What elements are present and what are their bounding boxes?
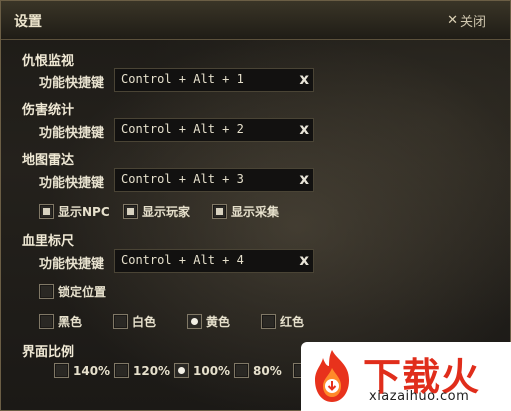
clear-hotkey-damage-icon[interactable]: x: [299, 120, 309, 138]
hotkey-label-hatred: 功能快捷键: [39, 76, 105, 91]
hotkey-field-hatred[interactable]: Control + Alt + 1 x: [114, 68, 314, 92]
watermark-url: xiazaihuo.com: [369, 389, 470, 404]
hotkey-label-damage: 功能快捷键: [39, 126, 105, 141]
hotkey-value-hpbar: Control + Alt + 4: [121, 253, 244, 267]
hotkey-value-radar: Control + Alt + 3: [121, 172, 244, 186]
close-button[interactable]: ✕ 关闭: [447, 11, 486, 30]
scale-120-label: 120%: [133, 363, 171, 378]
hotkey-field-hpbar[interactable]: Control + Alt + 4 x: [114, 249, 314, 273]
lock-position-checkbox[interactable]: 锁定位置: [39, 283, 106, 300]
section-title-damage: 伤害统计: [22, 103, 75, 118]
color-red-label: 红色: [280, 315, 305, 329]
hotkey-field-damage[interactable]: Control + Alt + 2 x: [114, 118, 314, 142]
color-white-label: 白色: [132, 315, 157, 329]
clear-hotkey-hpbar-icon[interactable]: x: [299, 251, 309, 269]
color-yellow-radio[interactable]: 黄色: [187, 313, 230, 330]
clear-hotkey-radar-icon[interactable]: x: [299, 170, 309, 188]
section-title-hpbar: 血里标尺: [22, 234, 75, 249]
checkbox-checked-icon: [123, 204, 138, 219]
show-gather-checkbox[interactable]: 显示采集: [212, 203, 279, 220]
color-red-radio[interactable]: 红色: [261, 313, 304, 330]
flame-logo-icon: [315, 350, 349, 402]
section-title-hatred: 仇恨监视: [22, 54, 75, 69]
color-white-radio[interactable]: 白色: [113, 313, 156, 330]
radio-unchecked-icon: [234, 363, 249, 378]
radio-unchecked-icon: [261, 314, 276, 329]
show-npc-checkbox[interactable]: 显示NPC: [39, 203, 110, 220]
checkbox-checked-icon: [39, 204, 54, 219]
show-players-label: 显示玩家: [142, 205, 191, 219]
radio-unchecked-icon: [39, 314, 54, 329]
scale-100-label: 100%: [193, 363, 231, 378]
radio-selected-icon: [174, 363, 189, 378]
section-title-scale: 界面比例: [22, 345, 75, 360]
scale-140-radio[interactable]: 140%: [54, 363, 110, 378]
show-npc-label: 显示NPC: [58, 205, 110, 219]
color-yellow-label: 黄色: [206, 315, 231, 329]
close-icon: ✕: [447, 13, 458, 28]
scale-140-label: 140%: [73, 363, 111, 378]
radio-selected-icon: [187, 314, 202, 329]
color-black-label: 黑色: [58, 315, 83, 329]
hotkey-label-hpbar: 功能快捷键: [39, 257, 105, 272]
scale-120-radio[interactable]: 120%: [114, 363, 170, 378]
watermark: 下载火 xiazaihuo.com: [301, 342, 511, 411]
close-label: 关闭: [459, 15, 486, 30]
lock-position-label: 锁定位置: [58, 285, 107, 299]
radio-unchecked-icon: [114, 363, 129, 378]
scale-80-label: 80%: [253, 363, 282, 378]
hotkey-value-damage: Control + Alt + 2: [121, 122, 244, 136]
checkbox-checked-icon: [212, 204, 227, 219]
title-bar: 设置 ✕ 关闭: [1, 1, 510, 40]
hotkey-field-radar[interactable]: Control + Alt + 3 x: [114, 168, 314, 192]
section-title-radar: 地图雷达: [22, 153, 75, 168]
scale-80-radio[interactable]: 80%: [234, 363, 282, 378]
radio-unchecked-icon: [54, 363, 69, 378]
scale-100-radio[interactable]: 100%: [174, 363, 230, 378]
clear-hotkey-hatred-icon[interactable]: x: [299, 70, 309, 88]
show-gather-label: 显示采集: [231, 205, 280, 219]
window-title: 设置: [14, 14, 42, 30]
show-players-checkbox[interactable]: 显示玩家: [123, 203, 190, 220]
hotkey-value-hatred: Control + Alt + 1: [121, 72, 244, 86]
checkbox-unchecked-icon: [39, 284, 54, 299]
hotkey-label-radar: 功能快捷键: [39, 176, 105, 191]
color-black-radio[interactable]: 黑色: [39, 313, 82, 330]
radio-unchecked-icon: [113, 314, 128, 329]
